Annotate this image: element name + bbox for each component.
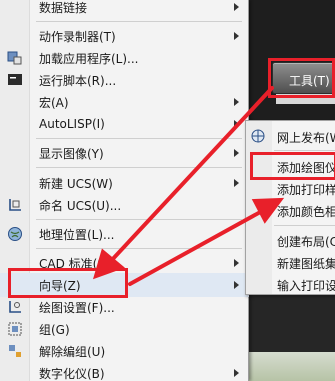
submenu-item-label: 添加颜色相 — [277, 205, 335, 219]
app-load-icon — [6, 49, 24, 67]
drafting-settings-icon — [6, 298, 24, 316]
menu-separator — [36, 21, 242, 22]
menu-item-action-recorder[interactable]: 动作录制器(T) — [0, 24, 249, 48]
menu-item-label: 解除编组(U) — [39, 344, 106, 359]
submenu-item-import-plot-settings[interactable]: 输入打印设 — [246, 275, 335, 294]
submenu-arrow-icon — [234, 98, 239, 106]
menu-item-macro[interactable]: 宏(A) — [0, 90, 249, 114]
submenu-arrow-icon — [234, 32, 239, 40]
menu-item-label: 动作录制器(T) — [39, 29, 116, 44]
submenu-item-create-layout[interactable]: 创建布局(C — [246, 231, 335, 250]
menu-item-label: 数字化仪(B) — [39, 366, 105, 381]
submenu-arrow-icon — [234, 149, 239, 157]
menu-item-run-script[interactable]: 运行脚本(R)... — [0, 68, 249, 92]
menu-item-label: 显示图像(Y) — [39, 146, 104, 161]
submenu-separator — [274, 150, 335, 151]
menu-item-label: 组(G) — [39, 322, 70, 337]
submenu-arrow-icon — [234, 179, 239, 187]
menu-item-label: 新建 UCS(W) — [39, 176, 113, 191]
menu-item-new-ucs[interactable]: 新建 UCS(W) — [0, 171, 249, 195]
script-icon — [6, 71, 24, 89]
wizards-submenu: 网上发布(W 添加绘图仪 添加打印样 添加颜色相 创建布局(C 新建图纸集 输入… — [245, 120, 335, 295]
submenu-item-label: 网上发布(W — [277, 131, 335, 145]
submenu-item-add-color-dependent[interactable]: 添加颜色相 — [246, 201, 335, 220]
menu-item-label: AutoLISP(I) — [39, 117, 105, 131]
submenu-item-label: 添加打印样 — [277, 183, 335, 197]
submenu-item-add-plotter[interactable]: 添加绘图仪 — [246, 157, 335, 176]
submenu-item-label: 添加绘图仪 — [277, 161, 335, 175]
menu-item-load-application[interactable]: 加载应用程序(L)... — [0, 46, 249, 70]
menu-item-label: 加载应用程序(L)... — [39, 51, 139, 66]
menu-separator — [36, 138, 242, 139]
toolbar-strip — [276, 94, 335, 104]
publish-web-icon — [250, 128, 266, 144]
menu-item-named-ucs[interactable]: 命名 UCS(U)... — [0, 193, 249, 217]
menu-item-label: 数据链接 — [39, 0, 88, 15]
submenu-arrow-icon — [234, 369, 239, 377]
menu-item-group[interactable]: 组(G) — [0, 317, 249, 341]
menu-item-label: 宏(A) — [39, 95, 69, 110]
submenu-item-label: 新建图纸集 — [277, 257, 335, 271]
menu-separator — [36, 167, 242, 168]
menu-item-label: 地理位置(L)... — [39, 227, 115, 242]
menu-item-label: 命名 UCS(U)... — [39, 198, 122, 213]
menu-item-digitizer[interactable]: 数字化仪(B) — [0, 361, 249, 381]
menu-item-label: CAD 标准(S) — [39, 256, 110, 271]
submenu-item-label: 创建布局(C — [277, 235, 335, 249]
menu-item-wizards[interactable]: 向导(Z) — [0, 273, 249, 297]
submenu-item-publish-web[interactable]: 网上发布(W — [246, 127, 335, 146]
menu-item-data-link[interactable]: 数据链接 — [0, 0, 249, 19]
menu-item-display-image[interactable]: 显示图像(Y) — [0, 141, 249, 165]
menu-item-label: 向导(Z) — [39, 278, 81, 293]
submenu-item-label: 输入打印设 — [277, 279, 335, 293]
tools-menu-label: 工具(T) — [289, 74, 330, 88]
menu-item-label: 绘图设置(F)... — [39, 300, 115, 315]
menu-separator — [36, 219, 242, 220]
submenu-item-add-plot-style[interactable]: 添加打印样 — [246, 179, 335, 198]
globe-icon — [6, 225, 24, 243]
submenu-arrow-icon — [234, 259, 239, 267]
submenu-arrow-icon — [234, 3, 239, 11]
submenu-arrow-icon — [234, 120, 239, 128]
menu-item-cad-standards[interactable]: CAD 标准(S) — [0, 251, 249, 275]
tools-menu-button[interactable]: 工具(T) — [272, 62, 335, 94]
submenu-item-new-sheet-set[interactable]: 新建图纸集 — [246, 253, 335, 272]
menu-item-autolisp[interactable]: AutoLISP(I) — [0, 112, 249, 136]
group-icon — [6, 320, 24, 338]
tools-menu: 数据链接 动作录制器(T) 加载应用程序(L)... 运行脚本(R)... 宏(… — [0, 0, 249, 381]
menu-separator — [36, 248, 242, 249]
menu-item-drafting-settings[interactable]: 绘图设置(F)... — [0, 295, 249, 319]
ungroup-icon — [6, 342, 24, 360]
named-ucs-icon — [6, 196, 24, 214]
submenu-separator — [274, 225, 335, 226]
menu-item-ungroup[interactable]: 解除编组(U) — [0, 339, 249, 363]
menu-item-geographic-location[interactable]: 地理位置(L)... — [0, 222, 249, 246]
submenu-arrow-icon — [234, 281, 239, 289]
menu-item-label: 运行脚本(R)... — [39, 73, 117, 88]
